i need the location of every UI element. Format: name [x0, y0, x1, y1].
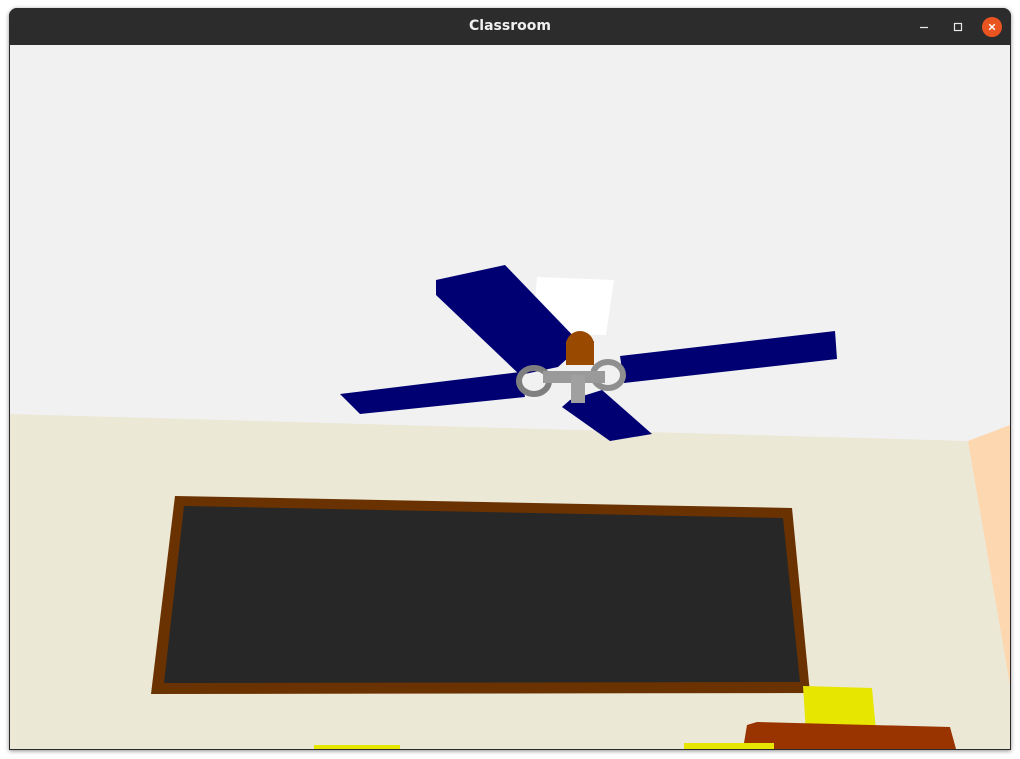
close-icon — [988, 23, 996, 31]
minimize-button[interactable] — [914, 17, 934, 37]
3d-scene-viewport[interactable] — [10, 45, 1010, 749]
fan-rod-vertical — [571, 375, 585, 403]
title-bar[interactable]: Classroom — [9, 8, 1011, 45]
maximize-icon — [953, 22, 963, 32]
fan-hub-body — [566, 341, 594, 365]
chair-yellow-bottom-left — [314, 745, 400, 749]
window-title: Classroom — [469, 18, 551, 34]
close-button[interactable] — [982, 17, 1002, 37]
maximize-button[interactable] — [948, 17, 968, 37]
chair-yellow-bottom-right — [684, 743, 774, 749]
application-window: Classroom — [9, 8, 1011, 750]
classroom-scene[interactable] — [10, 45, 1010, 749]
minimize-icon — [920, 26, 928, 29]
chalkboard-surface — [164, 506, 800, 683]
